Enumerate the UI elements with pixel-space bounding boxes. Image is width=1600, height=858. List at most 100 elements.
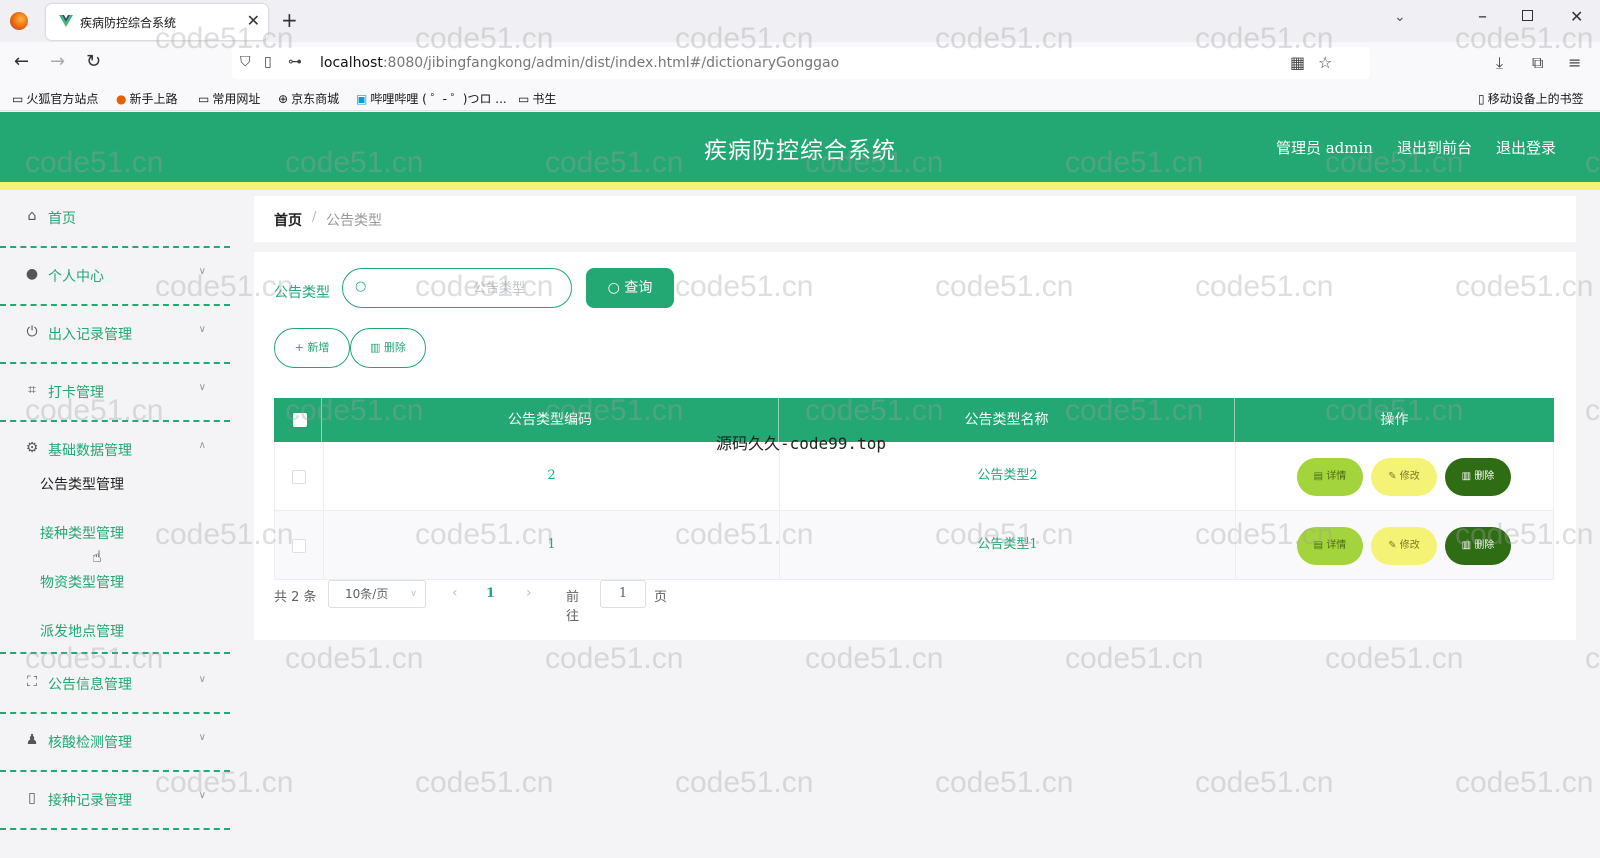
- watermark-tile: code51.cn: [1325, 642, 1464, 675]
- close-tab-icon[interactable]: ✕: [247, 11, 260, 30]
- extensions-icon[interactable]: ⧉: [1532, 53, 1543, 73]
- search-field[interactable]: [373, 275, 563, 301]
- header-code[interactable]: 公告类型编码: [322, 398, 779, 442]
- chevron-down-icon: ∨: [198, 790, 206, 801]
- key-icon[interactable]: ⊶: [288, 54, 302, 70]
- bookmark-item[interactable]: ⊕ 京东商城: [278, 90, 339, 107]
- detail-button[interactable]: ▤ 详情: [1297, 458, 1363, 496]
- firefox-icon: ●: [116, 92, 127, 106]
- chevron-down-icon: ∨: [198, 324, 206, 335]
- menu-icon[interactable]: ≡: [1568, 53, 1581, 72]
- add-button[interactable]: + 新增: [274, 328, 350, 368]
- current-user: 管理员 admin: [1275, 139, 1373, 157]
- detail-button[interactable]: ▤ 详情: [1297, 527, 1363, 565]
- document-icon: ▤: [1313, 540, 1327, 551]
- minimize-icon[interactable]: –: [1478, 6, 1487, 27]
- submenu-dispatch-location[interactable]: 派发地点管理: [40, 621, 124, 641]
- bookmark-item[interactable]: ● 新手上路: [116, 90, 178, 107]
- cell-name: 公告类型1: [780, 511, 1236, 580]
- bookmark-mobile[interactable]: ▯ 移动设备上的书签: [1478, 90, 1584, 107]
- watermark-tile: code51.cn: [285, 642, 424, 675]
- row-delete-button[interactable]: ▥ 删除: [1445, 527, 1511, 565]
- sidebar-item-checkin[interactable]: ⌗ 打卡管理 ∨: [0, 364, 230, 422]
- sidebar-item-personal[interactable]: ● 个人中心 ∨: [0, 248, 230, 306]
- edit-button[interactable]: ✎ 修改: [1371, 458, 1437, 496]
- watermark-tile: code51.cn: [935, 766, 1074, 799]
- query-button[interactable]: ○ 查询: [586, 268, 674, 308]
- edit-label: 修改: [1399, 540, 1420, 551]
- download-icon[interactable]: ⤓: [1496, 53, 1503, 73]
- header-select-cell: [274, 398, 322, 442]
- bookmark-item[interactable]: ▣ 哔哩哔哩 ( ゜- ゜)つロ ...: [356, 90, 507, 107]
- sidebar-item-access-records[interactable]: ⏻ 出入记录管理 ∨: [0, 306, 230, 364]
- to-front-link[interactable]: 退出到前台: [1397, 137, 1472, 158]
- batch-delete-button[interactable]: ▥ 删除: [350, 328, 426, 368]
- detail-label: 详情: [1326, 471, 1347, 482]
- gear-icon: ⚙: [25, 440, 39, 456]
- sidebar-item-label: 核酸检测管理: [48, 735, 132, 751]
- logout-link[interactable]: 退出登录: [1496, 137, 1556, 158]
- reload-icon[interactable]: ↻: [86, 51, 101, 72]
- submenu-notice-type[interactable]: 公告类型管理: [40, 474, 124, 494]
- pencil-icon: ✎: [1388, 540, 1400, 551]
- page-number[interactable]: 1: [486, 586, 495, 601]
- shield-icon[interactable]: ⛉: [240, 54, 251, 70]
- submenu-supply-type[interactable]: 物资类型管理: [40, 572, 124, 592]
- edit-button[interactable]: ✎ 修改: [1371, 527, 1437, 565]
- search-icon: ○: [355, 279, 367, 294]
- sidebar-item-label: 出入记录管理: [48, 327, 132, 343]
- goto-page-input[interactable]: 1: [600, 580, 646, 608]
- sidebar-item-home[interactable]: ⌂ 首页: [0, 190, 230, 248]
- forward-icon[interactable]: →: [50, 51, 65, 72]
- detail-label: 详情: [1326, 540, 1347, 551]
- page-size-select[interactable]: 10条/页 ∨: [328, 580, 426, 608]
- bookmark-item[interactable]: ▭ 常用网址: [198, 90, 260, 107]
- watermark-tile: code51.cn: [805, 642, 944, 675]
- page-size-value: 10条/页: [345, 587, 389, 601]
- sidebar-item-basic-data[interactable]: ⚙ 基础数据管理 ∧ 公告类型管理 接种类型管理 物资类型管理 派发地点管理: [0, 422, 230, 654]
- power-icon: ⏻: [26, 324, 38, 340]
- search-input[interactable]: ○: [342, 268, 572, 308]
- sidebar-item-notice-info[interactable]: ⛶ 公告信息管理 ∨: [0, 656, 230, 714]
- header-accent-strip: [0, 182, 1600, 190]
- submenu-vaccine-type[interactable]: 接种类型管理: [40, 523, 124, 543]
- bookmark-item[interactable]: ▭ 火狐官方站点: [12, 90, 98, 107]
- header-actions: 操作: [1380, 412, 1409, 428]
- breadcrumb-home[interactable]: 首页: [274, 210, 302, 230]
- bookmark-item[interactable]: ▭ 书生: [518, 90, 556, 107]
- page-unit-label: 页: [654, 590, 668, 605]
- watermark-tile: code51.cn: [1585, 642, 1600, 675]
- query-label: 查询: [624, 280, 653, 296]
- document-icon: ▤: [1313, 471, 1327, 482]
- person-icon: ♟: [25, 732, 39, 748]
- address-bar[interactable]: ⛉ ▯ ⊶ localhost:8080/jibingfangkong/admi…: [232, 47, 1370, 79]
- chevron-down-icon: ∨: [198, 382, 206, 393]
- row-checkbox[interactable]: [292, 470, 306, 484]
- chevron-up-icon: ∧: [198, 440, 206, 451]
- chevron-down-icon: ∨: [410, 589, 417, 599]
- next-page-icon[interactable]: ›: [526, 585, 532, 601]
- search-label: 公告类型: [274, 285, 330, 301]
- prev-page-icon[interactable]: ‹: [452, 585, 458, 601]
- url-text[interactable]: localhost:8080/jibingfangkong/admin/dist…: [320, 55, 839, 71]
- watermark-tile: code51.cn: [1195, 766, 1334, 799]
- browser-tab[interactable]: 疾病防控综合系统 ✕: [46, 4, 268, 40]
- chevron-down-icon: ∨: [198, 266, 206, 277]
- window-close-icon[interactable]: ✕: [1570, 7, 1583, 26]
- header-links: 管理员 admin 退出到前台 退出登录: [1276, 137, 1556, 158]
- select-all-checkbox[interactable]: [293, 413, 307, 427]
- row-delete-button[interactable]: ▥ 删除: [1445, 458, 1511, 496]
- sidebar-item-vaccination[interactable]: ▯ 接种记录管理 ∨: [0, 772, 230, 830]
- sidebar-item-nucleic-test[interactable]: ♟ 核酸检测管理 ∨: [0, 714, 230, 772]
- home-icon: ⌂: [27, 208, 37, 224]
- goto-label: 前往: [566, 590, 580, 624]
- page-icon[interactable]: ▯: [264, 54, 272, 70]
- maximize-icon[interactable]: [1522, 10, 1533, 21]
- back-icon[interactable]: ←: [14, 51, 29, 72]
- star-icon[interactable]: ☆: [1318, 53, 1332, 72]
- chevron-down-icon[interactable]: ⌄: [1394, 9, 1406, 25]
- row-checkbox[interactable]: [292, 539, 306, 553]
- qr-code-icon[interactable]: ▦: [1290, 53, 1305, 72]
- firefox-icon[interactable]: [10, 12, 28, 30]
- new-tab-icon[interactable]: +: [281, 8, 298, 32]
